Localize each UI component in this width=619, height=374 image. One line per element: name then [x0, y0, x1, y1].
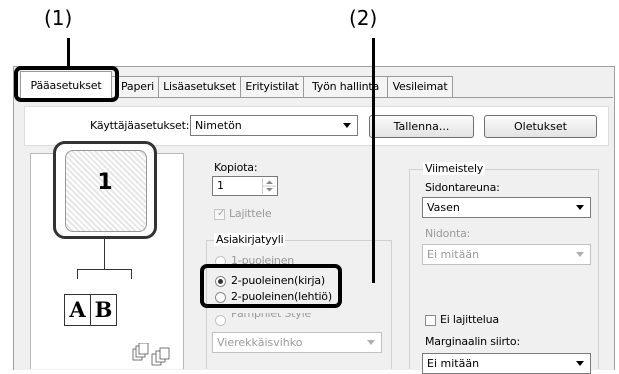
- callout-highlight-duplex: [200, 264, 342, 308]
- margin-shift-value: Ei mitään: [427, 357, 480, 370]
- pamphlet-style-value: Vierekkäisvihko: [217, 336, 303, 349]
- preview-connector: [104, 238, 105, 270]
- chevron-down-icon: [576, 361, 584, 366]
- copies-stepper[interactable]: 1: [212, 176, 278, 196]
- staple-label: Nidonta:: [425, 227, 471, 240]
- booklet-left-page-icon: A: [64, 294, 91, 326]
- callout-label-1: (1): [44, 6, 73, 30]
- user-settings-label: Käyttäjäasetukset:: [90, 119, 190, 132]
- stepper-arrows-icon[interactable]: [262, 178, 276, 194]
- callout-label-2: (2): [349, 6, 378, 30]
- pamphlet-style-select[interactable]: Vierekkäisvihko: [212, 332, 382, 353]
- booklet-right-page-icon: B: [90, 294, 117, 326]
- chevron-down-icon: [576, 252, 584, 257]
- user-settings-select[interactable]: Nimetön: [190, 115, 358, 136]
- staple-value: Ei mitään: [427, 248, 480, 261]
- collate-label: Lajittele: [229, 207, 272, 220]
- margin-shift-select[interactable]: Ei mitään: [422, 353, 591, 374]
- binding-edge-select[interactable]: Vasen: [422, 197, 591, 218]
- callout-leader-2: [372, 38, 375, 283]
- margin-shift-label: Marginaalin siirto:: [425, 335, 520, 348]
- user-settings-value: Nimetön: [195, 119, 242, 132]
- binding-edge-value: Vasen: [427, 201, 460, 214]
- check-icon: ✓: [217, 208, 226, 219]
- defaults-button[interactable]: Oletukset: [484, 115, 597, 138]
- staple-select[interactable]: Ei mitään: [422, 244, 591, 265]
- chevron-down-icon: [367, 340, 375, 345]
- tab-watermarks[interactable]: Vesileimat: [387, 76, 453, 97]
- tab-job-handling[interactable]: Työn hallinta: [303, 76, 388, 97]
- preview-page-number: 1: [97, 170, 113, 195]
- chevron-down-icon: [576, 205, 584, 210]
- finishing-label: Viimeistely: [423, 162, 486, 175]
- collate-checkbox[interactable]: ✓: [214, 208, 226, 220]
- preview-page-icon: 1: [53, 141, 157, 239]
- callout-leader-1: [67, 38, 70, 69]
- binding-edge-label: Sidontareuna:: [425, 181, 500, 194]
- callout-highlight-tab: [14, 66, 119, 102]
- radio-pamphlet[interactable]: [215, 315, 226, 326]
- no-offset-checkbox[interactable]: [425, 315, 436, 326]
- preview-connector-h: [77, 269, 132, 270]
- pamphlet-style-label: Pamphlet Style: [231, 313, 312, 320]
- no-offset-label: Ei lajittelua: [440, 313, 499, 326]
- copies-label: Kopiota:: [214, 161, 258, 174]
- save-button[interactable]: Tallenna...: [369, 115, 474, 138]
- collated-pages-icon: [132, 343, 170, 366]
- document-style-label: Asiakirjatyyli: [214, 233, 286, 246]
- chevron-down-icon: [343, 123, 351, 128]
- tab-advanced[interactable]: Lisäasetukset: [158, 76, 241, 97]
- copies-value: 1: [217, 179, 224, 192]
- tab-special-modes[interactable]: Erityistilat: [240, 76, 304, 97]
